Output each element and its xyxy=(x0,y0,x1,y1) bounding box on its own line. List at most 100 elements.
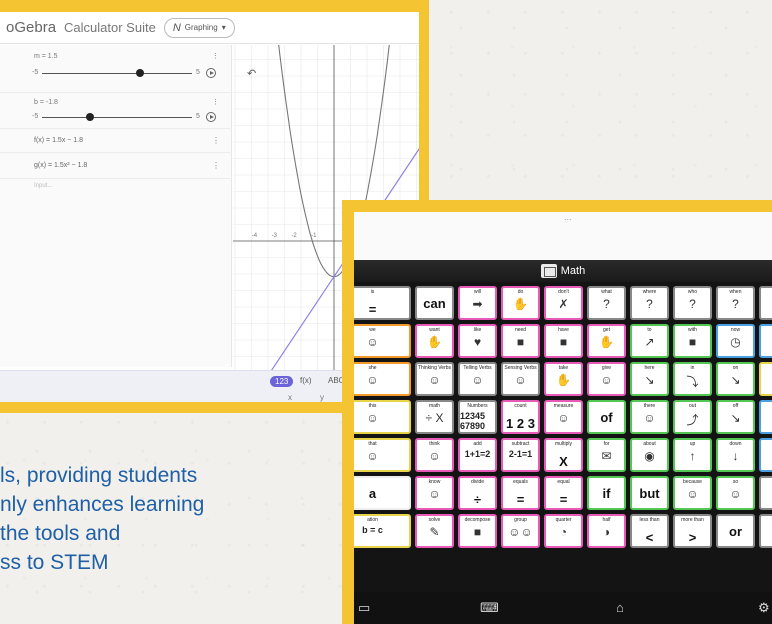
symbol-cell[interactable]: Sensing Verbs ☺ xyxy=(501,362,540,396)
symbol-cell[interactable]: want ✋ xyxy=(415,324,454,358)
algebra-input[interactable]: Input... xyxy=(34,183,52,189)
symbol-cell[interactable]: quarter ◔ xyxy=(544,514,583,548)
symbol-cell[interactable]: can xyxy=(415,286,454,320)
symbol-cell[interactable]: so ☺ xyxy=(716,476,755,510)
symbol-cell[interactable]: or xyxy=(716,514,755,548)
symbol-label: ation xyxy=(367,517,378,523)
symbol-cell[interactable]: solve ✎ xyxy=(415,514,454,548)
more-menu-icon[interactable]: ⋮ xyxy=(212,161,220,170)
symbol-cell[interactable]: get ✋ xyxy=(587,324,626,358)
symbol-cell[interactable]: know ☺ xyxy=(415,476,454,510)
undo-icon[interactable]: ↶ xyxy=(247,67,256,80)
symbol-cell[interactable]: when? xyxy=(716,286,755,320)
symbol-cell[interactable]: that ☺ xyxy=(354,438,411,472)
symbol-cell[interactable]: here ↘ xyxy=(630,362,669,396)
symbol-cell[interactable]: a xyxy=(354,476,411,510)
slider-b-track[interactable] xyxy=(42,117,192,118)
symbol-cell[interactable]: will ➡ xyxy=(458,286,497,320)
slider-b-label: b = -1.8 xyxy=(34,99,58,106)
mode-dropdown[interactable]: N Graphing ▾ xyxy=(163,17,235,38)
symbol-cell[interactable]: we ☺ xyxy=(354,324,411,358)
symbol-cell[interactable]: need ■ xyxy=(501,324,540,358)
symbol-cell[interactable]: ation b = c xyxy=(354,514,411,548)
symbol-cell[interactable]: more than > xyxy=(673,514,712,548)
symbol-cell[interactable]: measure ☺ xyxy=(544,400,583,434)
symbol-cell[interactable]: for ✉ xyxy=(587,438,626,472)
symbol-cell[interactable]: give ☺ xyxy=(587,362,626,396)
symbol-cell[interactable]: if xyxy=(587,476,626,510)
symbol-cell[interactable]: who? xyxy=(673,286,712,320)
symbol-cell[interactable]: no✗ xyxy=(759,324,772,358)
symbol-cell[interactable]: math ÷ X xyxy=(415,400,454,434)
symbol-cell[interactable]: wh? xyxy=(759,286,772,320)
tab-fx[interactable]: f(x) xyxy=(300,376,312,385)
x-tick-label: -3 xyxy=(272,233,278,239)
symbol-cell[interactable]: because ☺ xyxy=(673,476,712,510)
symbol-cell[interactable]: equal = xyxy=(544,476,583,510)
symbol-cell[interactable]: plu+ xyxy=(759,476,772,510)
symbol-word: = xyxy=(559,492,568,507)
menu-icon[interactable]: ▭ xyxy=(358,600,370,616)
symbol-cell[interactable]: equals = xyxy=(501,476,540,510)
symbol-cell[interactable]: up ↑ xyxy=(673,438,712,472)
keyboard-icon[interactable]: ⌨ xyxy=(480,600,499,616)
play-icon[interactable] xyxy=(206,68,216,78)
symbol-cell[interactable]: half ◑ xyxy=(587,514,626,548)
expression-g-row[interactable]: g(x) = 1.5x² − 1.8 ⋮ xyxy=(0,153,232,179)
symbol-cell[interactable]: in ⤵ xyxy=(673,362,712,396)
symbol-cell[interactable]: where? xyxy=(630,286,669,320)
symbol-cell[interactable]: think ☺ xyxy=(415,438,454,472)
symbol-cell[interactable]: but xyxy=(630,476,669,510)
symbol-cell[interactable]: is = xyxy=(354,286,411,320)
symbol-cell[interactable]: what? xyxy=(587,286,626,320)
key-x[interactable]: x xyxy=(288,393,292,402)
symbol-cell[interactable]: minu− xyxy=(759,514,772,548)
tab-123[interactable]: 123 xyxy=(270,376,294,387)
symbol-cell[interactable]: like ♥ xyxy=(458,324,497,358)
symbol-cell[interactable]: goo☺ xyxy=(759,400,772,434)
symbol-cell[interactable]: of xyxy=(587,400,626,434)
more-menu-icon[interactable]: ⋮ xyxy=(212,98,219,106)
symbol-cell[interactable]: to■ xyxy=(759,362,772,396)
settings-icon[interactable]: ⚙ xyxy=(758,600,770,616)
symbol-cell[interactable]: Telling Verbs ☺ xyxy=(458,362,497,396)
symbol-cell[interactable]: there ☺ xyxy=(630,400,669,434)
more-icon[interactable]: ... xyxy=(564,212,572,222)
symbol-cell[interactable]: add 1+1=2 xyxy=(458,438,497,472)
symbol-cell[interactable]: down ↓ xyxy=(716,438,755,472)
slider-m-knob[interactable] xyxy=(135,69,144,77)
symbol-cell[interactable]: off ↘ xyxy=(716,400,755,434)
slider-m-track[interactable] xyxy=(42,73,192,74)
symbol-label: think xyxy=(429,441,440,447)
symbol-label: down xyxy=(729,441,742,447)
symbol-cell[interactable]: with ■ xyxy=(673,324,712,358)
symbol-cell[interactable]: don't ✗ xyxy=(544,286,583,320)
symbol-cell[interactable]: to ↗ xyxy=(630,324,669,358)
symbol-cell[interactable]: Numbers 12345 67890 xyxy=(458,400,497,434)
symbol-cell[interactable]: this ☺ xyxy=(354,400,411,434)
symbol-cell[interactable]: ba☺ xyxy=(759,438,772,472)
symbol-cell[interactable]: count 1 2 3 xyxy=(501,400,540,434)
slider-b-knob[interactable] xyxy=(86,113,94,121)
symbol-cell[interactable]: take ✋ xyxy=(544,362,583,396)
symbol-cell[interactable]: multiply X xyxy=(544,438,583,472)
symbol-cell[interactable]: about ◉ xyxy=(630,438,669,472)
key-y[interactable]: y xyxy=(320,393,324,402)
symbol-cell[interactable]: group ☺☺ xyxy=(501,514,540,548)
home-icon[interactable]: ⌂ xyxy=(616,600,624,615)
symbol-cell[interactable]: decompose ■ xyxy=(458,514,497,548)
play-icon[interactable] xyxy=(206,112,216,122)
symbol-cell[interactable]: do ✋ xyxy=(501,286,540,320)
symbol-cell[interactable]: Thinking Verbs ☺ xyxy=(415,362,454,396)
more-menu-icon[interactable]: ⋮ xyxy=(212,52,219,60)
symbol-cell[interactable]: out ⤴ xyxy=(673,400,712,434)
symbol-cell[interactable]: less than < xyxy=(630,514,669,548)
symbol-cell[interactable]: have ■ xyxy=(544,324,583,358)
symbol-cell[interactable]: on ↘ xyxy=(716,362,755,396)
symbol-cell[interactable]: divide ÷ xyxy=(458,476,497,510)
symbol-cell[interactable]: subtract 2-1=1 xyxy=(501,438,540,472)
expression-f-row[interactable]: f(x) = 1.5x − 1.8 ⋮ xyxy=(0,129,232,153)
more-menu-icon[interactable]: ⋮ xyxy=(212,136,220,145)
symbol-cell[interactable]: she ☺ xyxy=(354,362,411,396)
symbol-cell[interactable]: now ◷ xyxy=(716,324,755,358)
